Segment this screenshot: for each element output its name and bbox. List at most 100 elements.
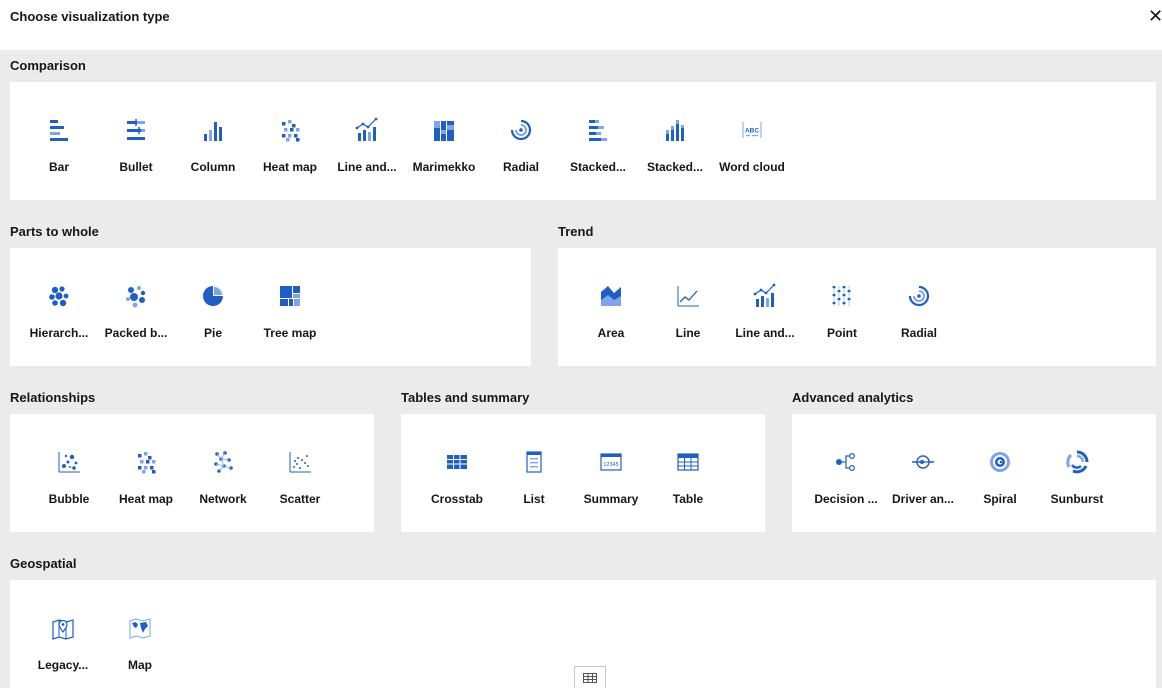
viz-tile-marimekko[interactable]: Marimekko (405, 82, 483, 192)
viz-tile-bubble[interactable]: Bubble (30, 414, 108, 524)
viz-tile-bullet[interactable]: Bullet (97, 82, 175, 192)
viz-tile-label: Driver an... (891, 492, 955, 506)
dialog-title: Choose visualization type (10, 9, 170, 24)
viz-tile-decision-tree[interactable]: Decision ... (807, 414, 885, 524)
comparison-panel: Bar Bullet Column Heat map Line and... Marime… (10, 82, 1156, 200)
section-title-trend: Trend (558, 224, 594, 239)
table-icon (649, 448, 727, 476)
tree-map-icon (251, 282, 329, 310)
viz-tile-point[interactable]: Point (803, 248, 881, 358)
viz-tile-line[interactable]: Line (649, 248, 727, 358)
word-cloud-icon: ABC (713, 116, 791, 144)
viz-tile-label: Sunburst (1050, 492, 1104, 506)
driver-analysis-icon (884, 448, 962, 476)
list-icon (495, 448, 573, 476)
radial-icon (880, 282, 958, 310)
heat-map-icon (107, 448, 185, 476)
viz-tile-sunburst[interactable]: Sunburst (1038, 414, 1116, 524)
viz-tile-area[interactable]: Area (572, 248, 650, 358)
viz-tile-label: Map (128, 658, 152, 672)
crosstab-icon (418, 448, 496, 476)
viz-tile-word-cloud[interactable]: ABC Word cloud (713, 82, 791, 192)
pie-icon (174, 282, 252, 310)
viz-tile-label: Line (675, 326, 701, 340)
section-title-advanced-analytics: Advanced analytics (792, 390, 914, 405)
viz-tile-label: Decision ... (814, 492, 878, 506)
column-icon (174, 116, 252, 144)
close-button[interactable]: ✕ (1148, 6, 1162, 26)
viz-tile-label: Tree map (263, 326, 317, 340)
bullet-icon (97, 116, 175, 144)
spiral-icon (961, 448, 1039, 476)
point-icon (803, 282, 881, 310)
viz-tile-legacy-map[interactable]: Legacy... (24, 580, 102, 688)
section-title-parts-to-whole: Parts to whole (10, 224, 99, 239)
radial-icon (482, 116, 560, 144)
viz-tile-network[interactable]: Network (184, 414, 262, 524)
line-and-column-icon (328, 116, 406, 144)
summary-icon: 12345 (572, 448, 650, 476)
viz-tile-crosstab[interactable]: Crosstab (418, 414, 496, 524)
viz-tile-label: Scatter (279, 492, 321, 506)
viz-tile-summary[interactable]: 12345 Summary (572, 414, 650, 524)
viz-tile-radial[interactable]: Radial (482, 82, 560, 192)
decision-tree-icon (807, 448, 885, 476)
viz-tile-label: Network (199, 492, 247, 506)
viz-tile-column[interactable]: Column (174, 82, 252, 192)
viz-tile-label: Heat map (262, 160, 318, 174)
viz-tile-radial[interactable]: Radial (880, 248, 958, 358)
line-and-column-icon (726, 282, 804, 310)
section-title-relationships: Relationships (10, 390, 96, 405)
viz-tile-driver-analysis[interactable]: Driver an... (884, 414, 962, 524)
viz-tile-map[interactable]: Map (101, 580, 179, 688)
bubble-icon (30, 448, 108, 476)
section-title-comparison: Comparison (10, 58, 86, 73)
section-title-tables-and-summary: Tables and summary (401, 390, 530, 405)
network-icon (184, 448, 262, 476)
data-table-toggle[interactable] (574, 666, 606, 688)
viz-tile-label: Line and... (337, 160, 397, 174)
viz-tile-label: List (523, 492, 545, 506)
tables-and-summary-panel: Crosstab List 12345 Summary Table (401, 414, 765, 532)
viz-tile-line-and-column[interactable]: Line and... (328, 82, 406, 192)
marimekko-icon (405, 116, 483, 144)
viz-tile-label: Area (597, 326, 625, 340)
viz-tile-stacked-column[interactable]: Stacked... (636, 82, 714, 192)
viz-tile-heat-map[interactable]: Heat map (251, 82, 329, 192)
viz-tile-label: Point (827, 326, 857, 340)
viz-tile-line-and-column[interactable]: Line and... (726, 248, 804, 358)
viz-tile-label: Crosstab (430, 492, 483, 506)
bar-icon (20, 116, 98, 144)
hierarchy-bubble-icon (20, 282, 98, 310)
viz-tile-stacked-bar[interactable]: Stacked... (559, 82, 637, 192)
parts-to-whole-panel: Hierarch... Packed b... Pie Tree map (10, 248, 531, 366)
viz-tile-tree-map[interactable]: Tree map (251, 248, 329, 358)
viz-tile-label: Bar (48, 160, 69, 174)
viz-tile-table[interactable]: Table (649, 414, 727, 524)
map-icon (101, 614, 179, 642)
viz-tile-label: Column (190, 160, 236, 174)
viz-tile-heat-map[interactable]: Heat map (107, 414, 185, 524)
viz-tile-label: Line and... (735, 326, 795, 340)
viz-tile-scatter[interactable]: Scatter (261, 414, 339, 524)
viz-tile-label: Heat map (118, 492, 174, 506)
viz-tile-label: Legacy... (37, 658, 89, 672)
legacy-map-icon (24, 614, 102, 642)
viz-tile-list[interactable]: List (495, 414, 573, 524)
viz-tile-packed-bubble[interactable]: Packed b... (97, 248, 175, 358)
viz-tile-hierarchy-bubble[interactable]: Hierarch... (20, 248, 98, 358)
viz-tile-label: Marimekko (412, 160, 476, 174)
viz-tile-label: Word cloud (719, 160, 785, 174)
viz-tile-label: Radial (502, 160, 539, 174)
stacked-bar-icon (559, 116, 637, 144)
viz-tile-label: Hierarch... (29, 326, 89, 340)
viz-tile-spiral[interactable]: Spiral (961, 414, 1039, 524)
viz-tile-label: Bullet (119, 160, 153, 174)
viz-tile-bar[interactable]: Bar (20, 82, 98, 192)
viz-tile-label: Bubble (48, 492, 90, 506)
svg-text:12345: 12345 (603, 462, 618, 468)
viz-tile-label: Stacked... (646, 160, 704, 174)
section-title-geospatial: Geospatial (10, 556, 77, 571)
viz-tile-pie[interactable]: Pie (174, 248, 252, 358)
viz-tile-label: Packed b... (104, 326, 168, 340)
